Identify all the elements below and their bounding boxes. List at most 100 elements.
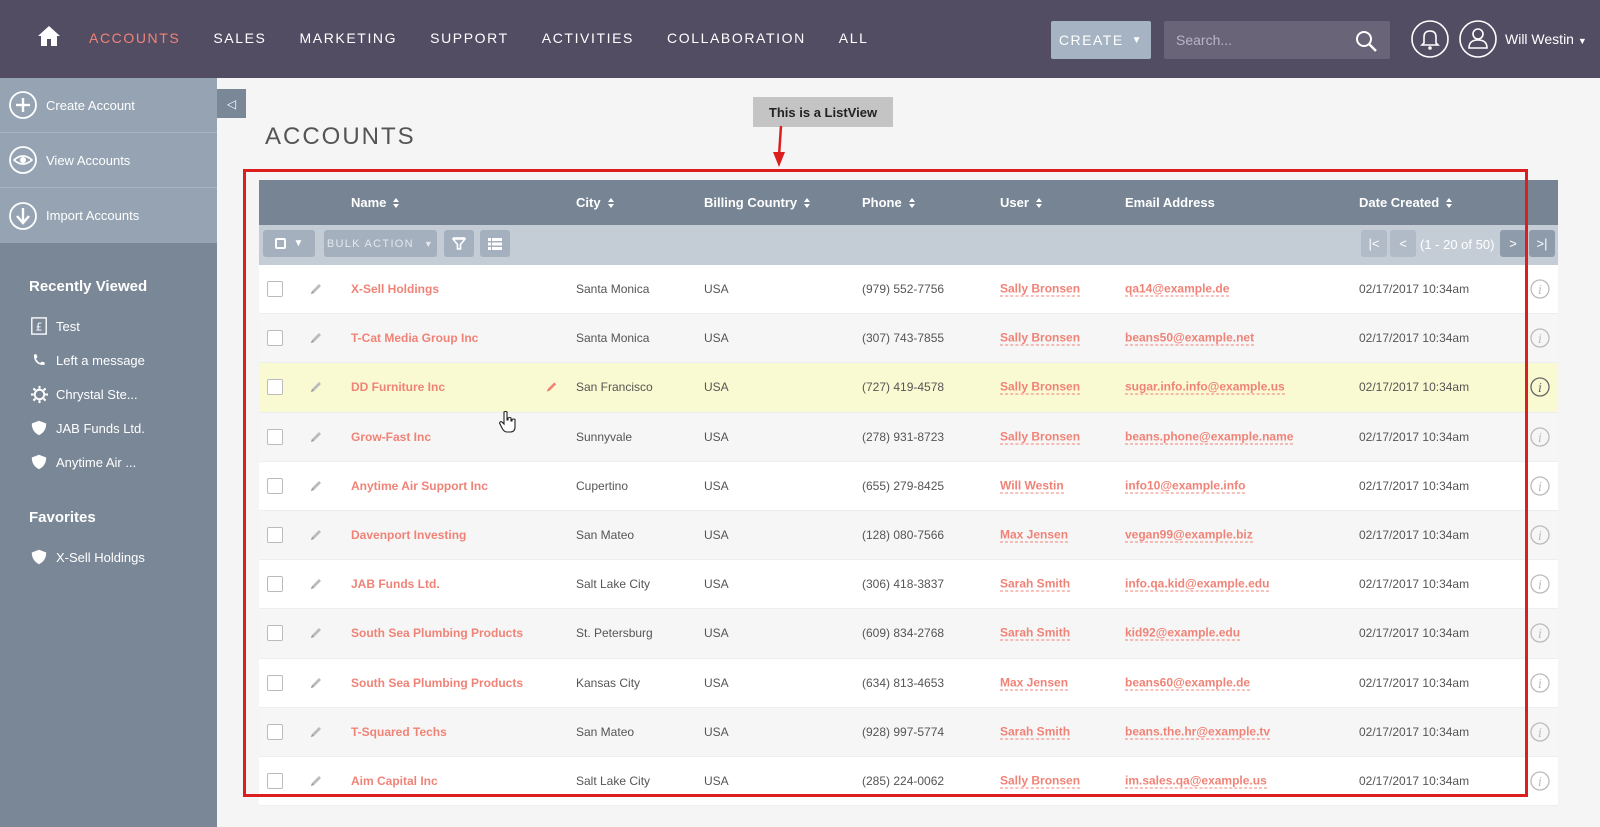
- account-name-link[interactable]: South Sea Plumbing Products: [351, 676, 523, 690]
- account-name-link[interactable]: X-Sell Holdings: [351, 282, 439, 296]
- info-icon[interactable]: i: [1530, 525, 1550, 545]
- edit-pencil-icon[interactable]: [309, 676, 323, 690]
- row-checkbox[interactable]: [267, 477, 283, 494]
- row-checkbox[interactable]: [267, 527, 283, 544]
- row-checkbox[interactable]: [267, 772, 283, 789]
- nav-item-all[interactable]: ALL: [839, 30, 869, 46]
- row-checkbox[interactable]: [267, 428, 283, 445]
- column-header-city[interactable]: City: [576, 195, 615, 210]
- account-name-link[interactable]: T-Squared Techs: [351, 725, 447, 739]
- nav-item-sales[interactable]: SALES: [213, 30, 266, 46]
- email-link[interactable]: kid92@example.edu: [1125, 626, 1241, 641]
- assigned-user-link[interactable]: Sally Bronsen: [1000, 380, 1081, 395]
- column-header-user[interactable]: User: [1000, 195, 1043, 210]
- favorite-item[interactable]: X-Sell Holdings: [0, 540, 217, 574]
- email-link[interactable]: im.sales.qa@example.us: [1125, 773, 1267, 789]
- row-checkbox[interactable]: [267, 576, 283, 593]
- recently-viewed-item[interactable]: Anytime Air ...: [0, 445, 217, 479]
- info-icon[interactable]: i: [1530, 672, 1550, 693]
- edit-pencil-icon[interactable]: [309, 430, 323, 444]
- email-link[interactable]: vegan99@example.biz: [1125, 528, 1253, 543]
- row-checkbox[interactable]: [267, 674, 283, 691]
- assigned-user-link[interactable]: Sarah Smith: [1000, 577, 1071, 592]
- filter-button[interactable]: [444, 230, 474, 257]
- account-name-link[interactable]: JAB Funds Ltd.: [351, 577, 440, 591]
- edit-pencil-icon[interactable]: [309, 577, 323, 591]
- next-page-button[interactable]: >: [1500, 230, 1526, 257]
- email-link[interactable]: beans.the.hr@example.tv: [1125, 724, 1271, 740]
- previous-page-button[interactable]: <: [1390, 230, 1416, 257]
- assigned-user-link[interactable]: Will Westin: [1000, 478, 1064, 494]
- sidebar-action-view-accounts[interactable]: View Accounts: [0, 133, 217, 188]
- assigned-user-link[interactable]: Sally Bronsen: [1000, 773, 1081, 789]
- nav-item-activities[interactable]: ACTIVITIES: [542, 30, 634, 46]
- create-button[interactable]: CREATE ▼: [1051, 21, 1151, 59]
- info-icon[interactable]: i: [1530, 377, 1550, 398]
- info-icon[interactable]: i: [1530, 623, 1550, 644]
- column-header-phone[interactable]: Phone: [862, 195, 916, 210]
- row-checkbox[interactable]: [267, 281, 283, 298]
- user-menu[interactable]: Will Westin ▼: [1505, 31, 1587, 47]
- edit-pencil-icon[interactable]: [309, 774, 323, 788]
- nav-item-marketing[interactable]: MARKETING: [300, 30, 398, 46]
- email-link[interactable]: beans.phone@example.name: [1125, 429, 1294, 445]
- row-checkbox[interactable]: [267, 379, 283, 396]
- assigned-user-link[interactable]: Max Jensen: [1000, 675, 1069, 691]
- home-icon[interactable]: [36, 24, 62, 48]
- info-icon[interactable]: i: [1530, 771, 1550, 791]
- info-icon[interactable]: i: [1530, 722, 1550, 742]
- account-name-link[interactable]: South Sea Plumbing Products: [351, 626, 523, 640]
- account-name-link[interactable]: Anytime Air Support Inc: [351, 479, 488, 493]
- email-link[interactable]: qa14@example.de: [1125, 282, 1230, 297]
- column-chooser-button[interactable]: [480, 230, 510, 257]
- assigned-user-link[interactable]: Sally Bronsen: [1000, 429, 1081, 445]
- notification-bell-icon[interactable]: [1410, 19, 1450, 59]
- info-icon[interactable]: i: [1530, 574, 1550, 594]
- account-name-link[interactable]: T-Cat Media Group Inc: [351, 331, 478, 345]
- sidebar-collapse-button[interactable]: ◁: [217, 89, 246, 118]
- assigned-user-link[interactable]: Sally Bronsen: [1000, 282, 1081, 297]
- column-header-billing-country[interactable]: Billing Country: [704, 195, 811, 210]
- nav-item-collaboration[interactable]: COLLABORATION: [667, 30, 806, 46]
- inline-edit-icon[interactable]: [545, 381, 558, 394]
- edit-pencil-icon[interactable]: [309, 331, 323, 345]
- edit-pencil-icon[interactable]: [309, 282, 323, 296]
- info-icon[interactable]: i: [1530, 279, 1550, 299]
- account-name-link[interactable]: Davenport Investing: [351, 528, 466, 542]
- edit-pencil-icon[interactable]: [309, 528, 323, 542]
- info-icon[interactable]: i: [1530, 427, 1550, 447]
- email-link[interactable]: beans50@example.net: [1125, 331, 1255, 346]
- info-icon[interactable]: i: [1530, 476, 1550, 496]
- edit-pencil-icon[interactable]: [309, 626, 323, 640]
- email-link[interactable]: sugar.info.info@example.us: [1125, 380, 1285, 395]
- account-name-link[interactable]: Aim Capital Inc: [351, 774, 438, 788]
- assigned-user-link[interactable]: Sarah Smith: [1000, 626, 1071, 641]
- assigned-user-link[interactable]: Sarah Smith: [1000, 724, 1071, 740]
- last-page-button[interactable]: >|: [1529, 230, 1555, 257]
- row-checkbox[interactable]: [267, 330, 283, 347]
- assigned-user-link[interactable]: Sally Bronsen: [1000, 331, 1081, 346]
- account-name-link[interactable]: DD Furniture Inc: [351, 380, 445, 394]
- nav-item-accounts[interactable]: ACCOUNTS: [89, 30, 180, 46]
- edit-pencil-icon[interactable]: [309, 479, 323, 493]
- edit-pencil-icon[interactable]: [309, 725, 323, 739]
- sidebar-action-import-accounts[interactable]: Import Accounts: [0, 188, 217, 243]
- bulk-action-button[interactable]: BULK ACTION ▼: [324, 230, 437, 257]
- info-icon[interactable]: i: [1530, 328, 1550, 348]
- row-checkbox[interactable]: [267, 723, 283, 740]
- first-page-button[interactable]: |<: [1361, 230, 1387, 257]
- row-checkbox[interactable]: [267, 625, 283, 642]
- email-link[interactable]: beans60@example.de: [1125, 675, 1251, 691]
- recently-viewed-item[interactable]: Left a message: [0, 343, 217, 377]
- account-name-link[interactable]: Grow-Fast Inc: [351, 430, 431, 444]
- select-all-dropdown[interactable]: ▼: [263, 230, 315, 257]
- column-header-name[interactable]: Name: [351, 195, 400, 210]
- column-header-date-created[interactable]: Date Created: [1359, 195, 1453, 210]
- email-link[interactable]: info.qa.kid@example.edu: [1125, 577, 1270, 592]
- edit-pencil-icon[interactable]: [309, 380, 323, 394]
- recently-viewed-item[interactable]: Chrystal Ste...: [0, 377, 217, 411]
- user-avatar-icon[interactable]: [1458, 19, 1498, 59]
- assigned-user-link[interactable]: Max Jensen: [1000, 528, 1069, 543]
- email-link[interactable]: info10@example.info: [1125, 478, 1246, 494]
- nav-item-support[interactable]: SUPPORT: [430, 30, 509, 46]
